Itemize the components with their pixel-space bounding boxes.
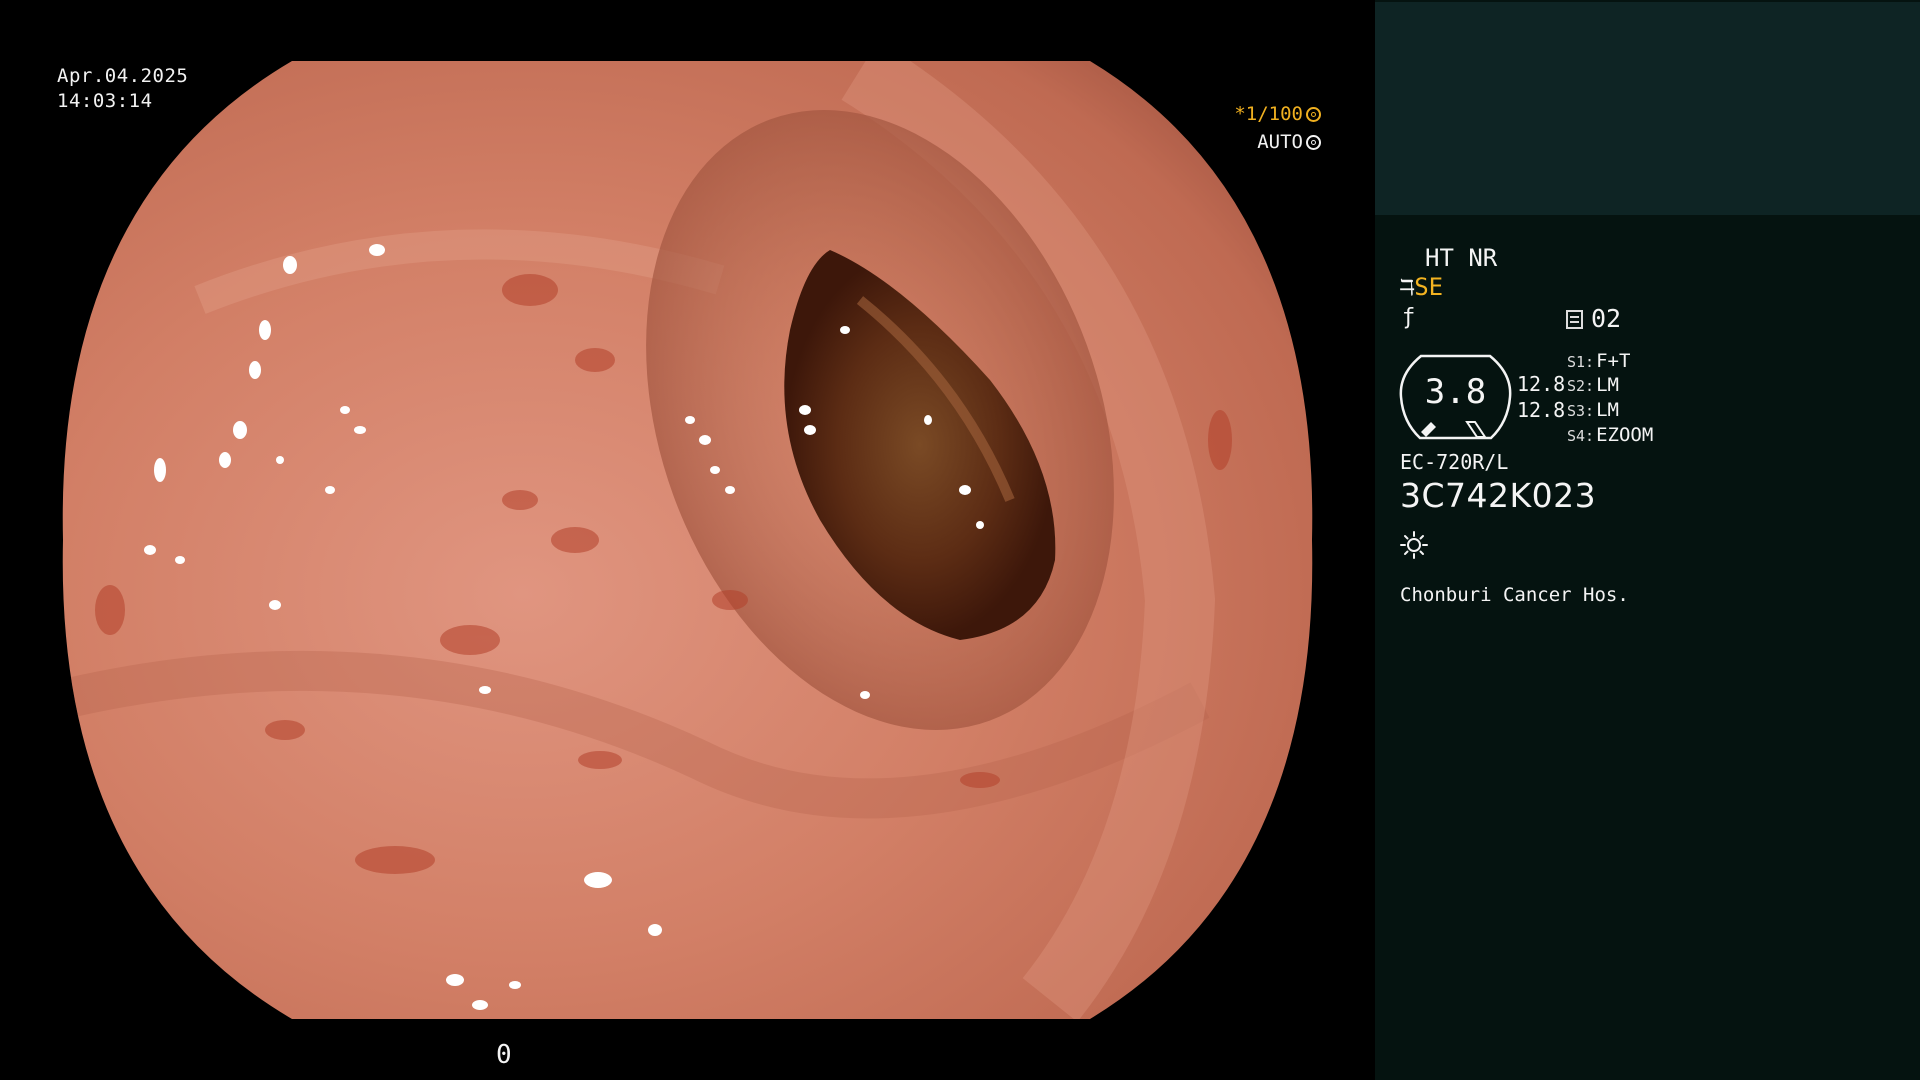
memory-icon [1566,310,1583,329]
endoscope-view: Apr.04.2025 14:03:14 *1/100 AUTO [0,0,1375,1080]
switch-s3: S3: LM [1567,399,1619,421]
function-row: ƒ [1402,304,1415,330]
switch-key: S4: [1567,427,1595,445]
reading-a: 12.8 [1517,372,1566,396]
switch-value: LM [1596,374,1619,396]
switch-value: F+T [1596,350,1631,372]
scope-model: EC-720R/L [1400,450,1509,474]
gauge-value: 3.8 [1424,372,1487,412]
hospital-name: Chonburi Cancer Hos. [1400,584,1629,606]
structure-enhance-row: ℸ̶SE [1400,273,1443,301]
frame-counter: 0 [496,1040,512,1070]
endoscopic-image [62,61,1313,1019]
shutter-speed-text: *1/100 [1234,103,1303,125]
structure-enhance-label: SE [1414,273,1444,301]
switch-value: LM [1596,399,1619,421]
serial-number: 3C742K023 [1400,476,1597,515]
date-text: Apr.04.2025 [57,65,189,87]
camera-settings: *1/100 AUTO [1234,100,1321,156]
switch-s1: S1: F+T [1567,350,1630,372]
switch-key: S3: [1567,402,1595,420]
scope-icon: ℸ̶ [1400,276,1415,301]
iris-mode: AUTO [1234,128,1321,156]
sun-icon [1400,531,1428,559]
enhancement-mode: HT NR [1425,244,1498,272]
switch-s2: S2: LM [1567,374,1619,396]
date-time-display: Apr.04.2025 14:03:14 [57,64,188,114]
switch-key: S1: [1567,353,1595,371]
switch-value: EZOOM [1596,424,1654,446]
panel-header-area [1375,2,1920,215]
reading-b: 12.8 [1517,398,1566,422]
info-panel: HT NR ℸ̶SE ƒ 02 3.8 12.8 12.8 S1: F+T S2:… [1375,0,1920,1080]
time-text: 14:03:14 [57,90,153,112]
memory-slot: 02 [1566,304,1621,333]
iris-mode-text: AUTO [1257,131,1303,153]
memory-slot-value: 02 [1591,304,1622,333]
iris-icon [1306,107,1321,122]
switch-key: S2: [1567,377,1595,395]
switch-s4: S4: EZOOM [1567,424,1653,446]
function-icon: ƒ [1402,305,1416,330]
iris-auto-icon [1306,135,1321,150]
shutter-speed: *1/100 [1234,100,1321,128]
